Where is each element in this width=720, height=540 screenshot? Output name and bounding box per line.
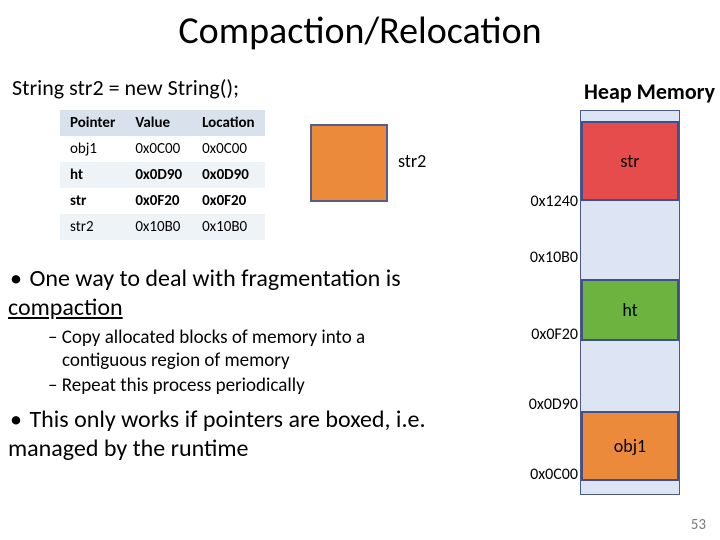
heap-block-str-label: str	[620, 150, 639, 172]
cell: 0x0C00	[192, 136, 265, 162]
cell: str	[60, 188, 125, 214]
table-row: obj1 0x0C00 0x0C00	[60, 136, 265, 162]
heap-block-obj1-label: obj1	[614, 435, 646, 457]
sub-bullet-1: Copy allocated blocks of memory into a c…	[48, 326, 448, 372]
heap-column: str ht obj1	[580, 110, 680, 495]
table-row: str 0x0F20 0x0F20	[60, 188, 265, 214]
heap-block-obj1: obj1	[581, 411, 679, 481]
addr-10b0: 0x10B0	[508, 248, 578, 267]
bullet-2-text: This only works if pointers are boxed, i…	[8, 405, 426, 463]
bullet-1: • One way to deal with fragmentation is …	[8, 264, 448, 322]
col-pointer: Pointer	[60, 110, 125, 136]
heap-memory-label: Heap Memory	[584, 78, 715, 105]
str2-block	[310, 124, 388, 202]
cell: ht	[60, 162, 125, 188]
cell: obj1	[60, 136, 125, 162]
sub-bullet-2: Repeat this process periodically	[48, 374, 448, 397]
table-row: str2 0x10B0 0x10B0	[60, 214, 265, 240]
heap-block-ht-label: ht	[622, 299, 637, 321]
sub-bullets: Copy allocated blocks of memory into a c…	[48, 326, 448, 397]
addr-1240: 0x1240	[508, 192, 578, 211]
table-row: ht 0x0D90 0x0D90	[60, 162, 265, 188]
bullet-list: • One way to deal with fragmentation is …	[8, 264, 448, 465]
addr-0f20: 0x0F20	[508, 325, 578, 344]
bullet-1-underline: compaction	[8, 293, 123, 322]
pointer-table: Pointer Value Location obj1 0x0C00 0x0C0…	[60, 110, 265, 240]
heap-block-ht: ht	[581, 279, 679, 341]
cell: 0x0D90	[125, 162, 192, 188]
cell: 0x0D90	[192, 162, 265, 188]
cell: str2	[60, 214, 125, 240]
heap-block-str: str	[581, 121, 679, 201]
bullet-1-text: One way to deal with fragmentation is	[29, 264, 400, 293]
table-header-row: Pointer Value Location	[60, 110, 265, 136]
addr-0c00: 0x0C00	[508, 465, 578, 484]
cell: 0x0F20	[125, 188, 192, 214]
code-line: String str2 = new String();	[12, 74, 239, 101]
cell: 0x10B0	[125, 214, 192, 240]
cell: 0x10B0	[192, 214, 265, 240]
cell: 0x0C00	[125, 136, 192, 162]
col-location: Location	[192, 110, 265, 136]
slide-title: Compaction/Relocation	[0, 8, 720, 54]
bullet-2: • This only works if pointers are boxed,…	[8, 405, 448, 463]
slide-number: 53	[691, 516, 706, 534]
addr-0d90: 0x0D90	[508, 395, 578, 414]
cell: 0x0F20	[192, 188, 265, 214]
col-value: Value	[125, 110, 192, 136]
str2-block-label: str2	[398, 150, 426, 172]
